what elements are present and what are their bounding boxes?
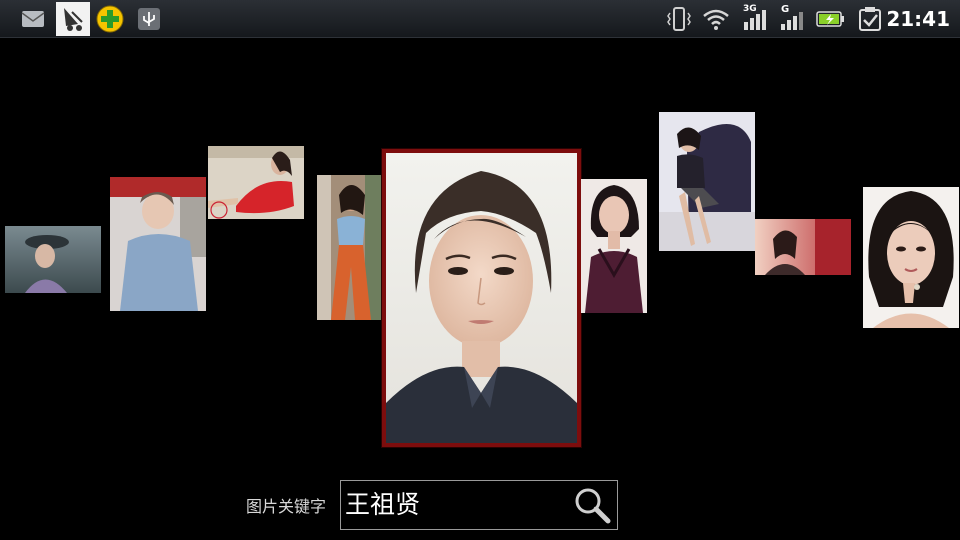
search-button[interactable] — [571, 485, 613, 525]
gallery-photo-selected[interactable] — [382, 149, 581, 447]
network-label: 3G — [743, 4, 757, 14]
app-screen: 3G G 21:41 图片关键字 王祖贤 — [0, 0, 960, 540]
signal-g-icon: G — [778, 4, 808, 34]
gallery-photo-7[interactable] — [659, 112, 755, 251]
wifi-icon — [701, 4, 731, 34]
signal-3g-icon: 3G — [741, 4, 771, 34]
gallery-photo-3[interactable] — [208, 146, 304, 219]
status-clock: 21:41 — [886, 7, 950, 31]
search-input[interactable]: 王祖贤 — [340, 480, 618, 530]
task-check-icon[interactable] — [855, 4, 885, 34]
status-bar: 3G G 21:41 — [0, 0, 960, 38]
app-notification-icon[interactable] — [56, 2, 90, 36]
mail-icon[interactable] — [18, 4, 48, 34]
gallery-photo-1[interactable] — [5, 226, 101, 293]
battery-charging-icon — [815, 4, 845, 34]
signal-label: G — [781, 4, 790, 15]
gallery-photo-6[interactable] — [581, 179, 647, 313]
search-icon — [575, 488, 611, 524]
vibrate-icon — [664, 4, 694, 34]
search-label: 图片关键字 — [246, 497, 327, 516]
search-value[interactable]: 王祖贤 — [345, 489, 420, 521]
plus-app-icon[interactable] — [95, 4, 125, 34]
gallery-photo-4[interactable] — [317, 175, 381, 320]
gallery-photo-2[interactable] — [110, 177, 206, 311]
usb-icon[interactable] — [134, 4, 164, 34]
gallery-photo-9[interactable] — [863, 187, 959, 328]
gallery-photo-8[interactable] — [755, 219, 851, 275]
